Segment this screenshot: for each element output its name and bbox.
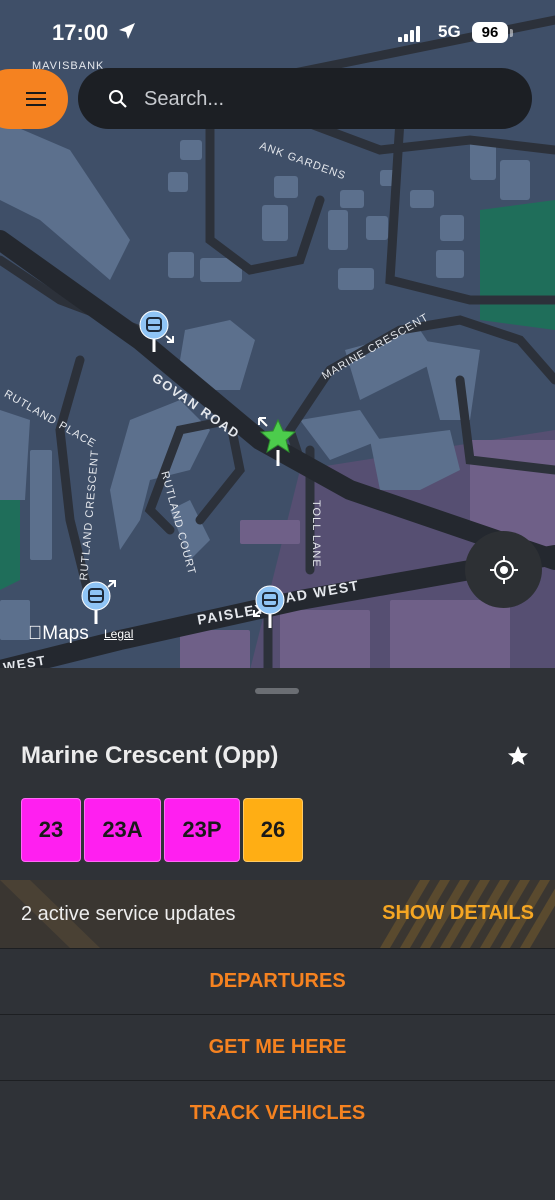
hamburger-icon: [26, 92, 46, 106]
stop-details-sheet: Marine Crescent (Opp) 23 23A 23P 26 2 ac…: [0, 668, 555, 1200]
location-arrow-icon: [119, 23, 135, 39]
stop-name: Marine Crescent (Opp): [21, 742, 279, 769]
network-type: 5G: [438, 22, 461, 41]
clock: 17:00: [52, 20, 109, 45]
route-badge[interactable]: 23A: [84, 798, 161, 862]
service-updates-count: 2 active service updates: [21, 903, 236, 925]
bus-icon: [253, 585, 285, 628]
battery-tip: [510, 29, 513, 37]
bus-icon: [81, 580, 116, 624]
signal-icon: [398, 26, 420, 42]
route-badge[interactable]: 26: [243, 798, 303, 862]
search-icon: [109, 90, 127, 108]
apple-logo-icon: : [28, 623, 42, 644]
status-bar: 17:00 5G 96: [0, 0, 555, 64]
bus-icon: [139, 310, 174, 352]
street-label: TOLL LANE: [310, 500, 322, 568]
show-details-button[interactable]: SHOW DETAILS: [382, 902, 534, 925]
track-vehicles-button[interactable]: TRACK VEHICLES: [0, 1080, 555, 1146]
search-bar[interactable]: [78, 68, 532, 129]
departures-button[interactable]: DEPARTURES: [0, 948, 555, 1014]
maps-attribution: Maps: [28, 623, 89, 644]
route-badge[interactable]: 23: [21, 798, 81, 862]
crosshair-icon: [490, 556, 518, 584]
search-input[interactable]: [142, 84, 506, 114]
menu-button[interactable]: [0, 69, 68, 129]
locate-me-button[interactable]: [465, 531, 542, 608]
service-updates-banner[interactable]: 2 active service updates SHOW DETAILS: [0, 880, 555, 948]
route-badge[interactable]: 23P: [164, 798, 240, 862]
star-icon: [258, 417, 297, 466]
get-me-here-button[interactable]: GET ME HERE: [0, 1014, 555, 1080]
legal-link[interactable]: Legal: [104, 627, 133, 641]
battery-icon: 96: [472, 22, 508, 43]
favorite-star-icon[interactable]: [507, 745, 529, 767]
sheet-drag-handle[interactable]: [255, 688, 299, 694]
